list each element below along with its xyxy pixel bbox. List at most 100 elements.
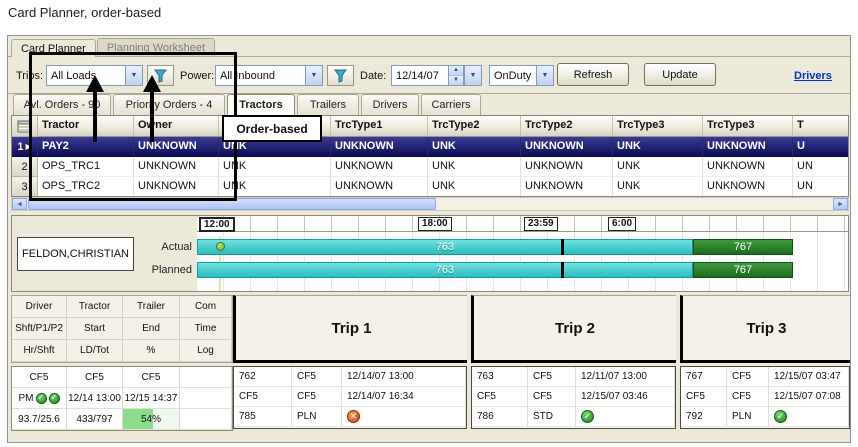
grid-cell[interactable]: U	[793, 137, 849, 157]
actual-trip-bar[interactable]: 767	[693, 239, 793, 255]
trip-cell: 12/14/07 13:00	[342, 367, 466, 387]
summary-header-cell: LD/Tot	[67, 340, 123, 362]
drivers-link[interactable]: Drivers	[794, 70, 832, 82]
trip-cell: PLN	[292, 407, 342, 427]
date-label: Date:	[360, 70, 386, 82]
summary-cell	[180, 367, 232, 388]
summary-cell: CF5	[123, 367, 180, 388]
tab-tractors[interactable]: Tractors	[227, 94, 295, 115]
tab-trailers[interactable]: Trailers	[297, 94, 359, 115]
trip-cell: CF5	[727, 367, 769, 387]
chevron-down-icon[interactable]: ▼	[305, 66, 322, 85]
spin-up-icon[interactable]: ▲	[449, 66, 463, 76]
summary-cell	[180, 388, 232, 409]
callout-arrow-line	[93, 92, 97, 142]
grid-cell[interactable]: UNKNOWN	[521, 177, 613, 197]
callout-rectangle	[29, 52, 237, 201]
trip-2-header: Trip 2	[471, 295, 676, 363]
trip-cell: CF5	[234, 387, 292, 407]
grid-cell[interactable]: UNKNOWN	[703, 137, 793, 157]
trip-cell	[576, 407, 675, 427]
grid-cell[interactable]: UNKNOWN	[703, 177, 793, 197]
day-boundary-tick	[561, 239, 564, 255]
summary-header-cell: Trailer	[123, 296, 180, 318]
planned-trip-bar[interactable]: 767	[693, 262, 793, 278]
grid-cell[interactable]: UNKNOWN	[521, 137, 613, 157]
tab-carriers[interactable]: Carriers	[421, 94, 481, 115]
trip-2-details: 763 CF5 12/11/07 13:00 CF5 CF5 12/15/07 …	[471, 366, 676, 429]
power-filter-button[interactable]	[327, 65, 354, 86]
row-number: 1	[17, 141, 23, 153]
grid-cell[interactable]: UNKNOWN	[703, 157, 793, 177]
grid-cell[interactable]: UNK	[428, 177, 521, 197]
summary-cell: 433/797	[67, 409, 123, 430]
duty-ok-icon	[36, 393, 47, 404]
trip-cell: CF5	[292, 387, 342, 407]
grid-cell[interactable]: UNKNOWN	[521, 157, 613, 177]
column-header-trctype2b[interactable]: TrcType2	[521, 116, 613, 137]
trip-cell: CF5	[681, 387, 727, 407]
summary-header-cell: End	[123, 318, 180, 340]
screenshot-root: Card Planner, order-based Card Planner P…	[0, 0, 858, 447]
grid-cell[interactable]: UNK	[613, 177, 703, 197]
grid-cell[interactable]: UNKNOWN	[331, 157, 428, 177]
duty-status-dropdown[interactable]: OnDuty ▼	[489, 65, 554, 86]
column-header-trctype3b[interactable]: TrcType3	[703, 116, 793, 137]
timeline-ruler	[197, 216, 848, 232]
date-field[interactable]: 12/14/07	[391, 65, 449, 86]
trip-cell	[769, 407, 849, 427]
progress-percent: 54%	[141, 414, 161, 425]
time-tick: 6:00	[608, 217, 636, 231]
spin-down-icon[interactable]: ▼	[449, 76, 463, 85]
grid-cell[interactable]: UNK	[613, 157, 703, 177]
scroll-left-icon[interactable]: ◄	[12, 198, 27, 210]
trip-cell: PLN	[727, 407, 769, 427]
trip-cell: STD	[528, 407, 576, 427]
trip-cell: 785	[234, 407, 292, 427]
planned-trip-bar[interactable]: 763	[197, 262, 693, 278]
callout-arrowhead-icon	[86, 75, 104, 92]
callout-arrowhead-icon	[143, 75, 161, 92]
planned-row-label: Planned	[134, 264, 192, 276]
column-header-trctype3[interactable]: TrcType3	[613, 116, 703, 137]
summary-cell: 12/14 13:00	[67, 388, 123, 409]
grid-cell[interactable]: UN	[793, 157, 849, 177]
actual-trip-bar[interactable]: 763	[197, 239, 693, 255]
summary-cell: 12/15 14:37	[123, 388, 180, 409]
grid-cell[interactable]: UNK	[428, 137, 521, 157]
trip-status-icon	[347, 410, 360, 423]
update-button[interactable]: Update	[644, 63, 716, 86]
refresh-button[interactable]: Refresh	[557, 63, 629, 86]
summary-cell-shift: PM	[12, 388, 67, 409]
trip-cell	[342, 407, 466, 427]
trip-status-icon	[774, 410, 787, 423]
grid-cell[interactable]: UNK	[613, 137, 703, 157]
summary-header-cell: Start	[67, 318, 123, 340]
summary-cell: CF5	[67, 367, 123, 388]
driver-summary-header: Driver Tractor Trailer Com Shft/P1/P2 St…	[11, 295, 233, 363]
scroll-right-icon[interactable]: ►	[833, 198, 848, 210]
summary-header-cell: Time	[180, 318, 232, 340]
column-header-trctype2[interactable]: TrcType2	[428, 116, 521, 137]
column-header-trctype1[interactable]: TrcType1	[331, 116, 428, 137]
column-header-t[interactable]: T	[793, 116, 849, 137]
grid-cell[interactable]: UNKNOWN	[331, 177, 428, 197]
trip-cell: 12/14/07 16:34	[342, 387, 466, 407]
date-spinner[interactable]: ▲▼	[449, 65, 464, 86]
date-calendar-dropdown[interactable]: ▼	[464, 65, 482, 86]
grid-cell[interactable]: UNK	[428, 157, 521, 177]
chevron-down-icon[interactable]: ▼	[536, 66, 553, 85]
trip-cell: CF5	[472, 387, 528, 407]
current-position-marker-icon	[216, 242, 225, 251]
grid-cell[interactable]: UNKNOWN	[331, 137, 428, 157]
driver-name-card[interactable]: FELDON,CHRISTIAN	[17, 237, 134, 271]
duty-status-value: OnDuty	[490, 70, 536, 82]
driver-summary-values: CF5 CF5 CF5 PM 12/14 13:00 12/15 14:37 9…	[11, 366, 233, 431]
tab-drivers[interactable]: Drivers	[361, 94, 419, 115]
grid-cell[interactable]: UN	[793, 177, 849, 197]
chevron-down-icon[interactable]: ▼	[465, 66, 481, 85]
summary-header-cell: Tractor	[67, 296, 123, 318]
trip-3-header: Trip 3	[680, 295, 850, 363]
trip-1-title: Trip 1	[331, 320, 371, 337]
trip-cell: CF5	[292, 367, 342, 387]
